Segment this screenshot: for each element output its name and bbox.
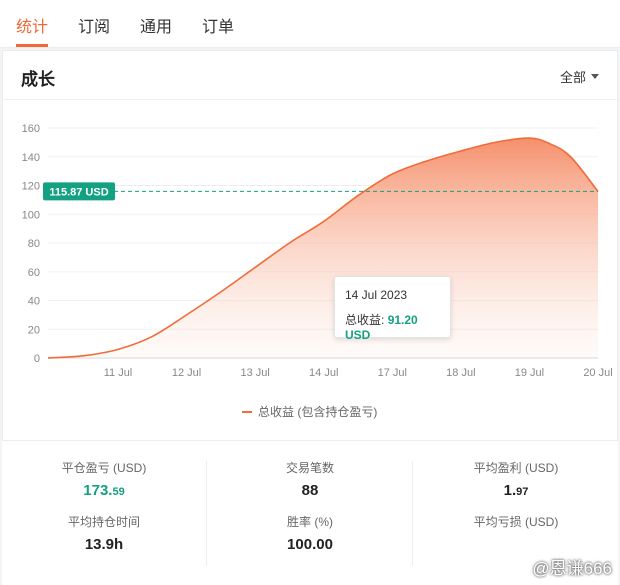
- growth-chart[interactable]: 0 20 40 60 80 100 120 140 160 11 Jul 12 Jul 13 Jul…: [0, 50, 620, 430]
- stat-label: 平均盈利 (USD): [473, 461, 559, 475]
- stat-label: 交易笔数: [285, 461, 334, 475]
- stat-value: 1.97: [503, 482, 529, 499]
- y-axis-ticks: 0 20 40 60 80 100 120 140 160: [22, 123, 40, 365]
- stat-closed-pnl: 平仓盈亏 (USD) 173.59: [4, 459, 204, 499]
- stat-avg-loss: 平均亏损 (USD): [416, 513, 616, 536]
- x-tick-label: 17 Jul: [378, 367, 407, 379]
- stat-value: 88: [301, 482, 319, 499]
- stat-win-rate: 胜率 (%) 100.00: [210, 513, 410, 553]
- y-tick-label: 120: [22, 181, 40, 193]
- tab-general[interactable]: 通用: [140, 13, 172, 37]
- tab-subscription[interactable]: 订阅: [78, 13, 110, 37]
- stat-label: 平均亏损 (USD): [473, 515, 559, 529]
- stat-label: 平仓盈亏 (USD): [61, 461, 147, 475]
- stat-value: 13.9h: [84, 536, 124, 553]
- watermark: @恩谦666: [532, 559, 612, 578]
- x-tick-label: 14 Jul: [309, 367, 338, 379]
- x-tick-label: 12 Jul: [172, 367, 201, 379]
- x-tick-label: 13 Jul: [240, 367, 269, 379]
- y-tick-label: 100: [22, 209, 40, 221]
- column-divider: [206, 461, 207, 566]
- tooltip-label: 总收益:: [345, 313, 385, 327]
- x-tick-label: 20 Jul: [583, 367, 612, 379]
- y-tick-label: 20: [28, 324, 40, 336]
- x-tick-label: 19 Jul: [515, 367, 544, 379]
- stats-panel: 平仓盈亏 (USD) 173.59 交易笔数 88 平均盈利 (USD) 1.9…: [2, 440, 618, 585]
- x-tick-label: 18 Jul: [446, 367, 475, 379]
- y-tick-label: 160: [22, 123, 40, 135]
- stat-avg-profit: 平均盈利 (USD) 1.97: [416, 459, 616, 499]
- y-tick-label: 80: [28, 238, 40, 250]
- area-fill: [48, 138, 598, 358]
- y-tick-label: 140: [22, 152, 40, 164]
- reference-label: 115.87 USD: [43, 182, 115, 201]
- stat-value: 173.59: [83, 482, 125, 499]
- tab-orders[interactable]: 订单: [202, 13, 234, 37]
- top-tab-bar: 统计 订阅 通用 订单: [0, 0, 620, 48]
- x-tick-label: 11 Jul: [104, 367, 133, 379]
- stat-label: 平均持仓时间: [67, 515, 140, 529]
- stat-avg-hold-time: 平均持仓时间 13.9h: [4, 513, 204, 553]
- column-divider: [412, 461, 413, 566]
- tooltip-date: 14 Jul 2023: [345, 288, 408, 302]
- y-tick-label: 40: [28, 296, 40, 308]
- x-axis-ticks: 11 Jul 12 Jul 13 Jul 14 Jul 17 Jul 18 Jul 19 J…: [104, 367, 613, 379]
- stat-trade-count: 交易笔数 88: [210, 459, 410, 499]
- legend[interactable]: 总收益 (包含持仓盈亏): [242, 404, 377, 419]
- active-tab-indicator: [16, 44, 48, 47]
- stat-value: 100.00: [287, 536, 333, 553]
- svg-text:115.87 USD: 115.87 USD: [49, 186, 108, 198]
- y-tick-label: 0: [34, 353, 40, 365]
- tab-statistics[interactable]: 统计: [16, 13, 48, 37]
- stat-label: 胜率 (%): [287, 515, 333, 529]
- chart-tooltip: 14 Jul 2023 总收益: 91.20 USD: [334, 276, 451, 342]
- legend-label: 总收益 (包含持仓盈亏): [258, 404, 377, 419]
- y-tick-label: 60: [28, 267, 40, 279]
